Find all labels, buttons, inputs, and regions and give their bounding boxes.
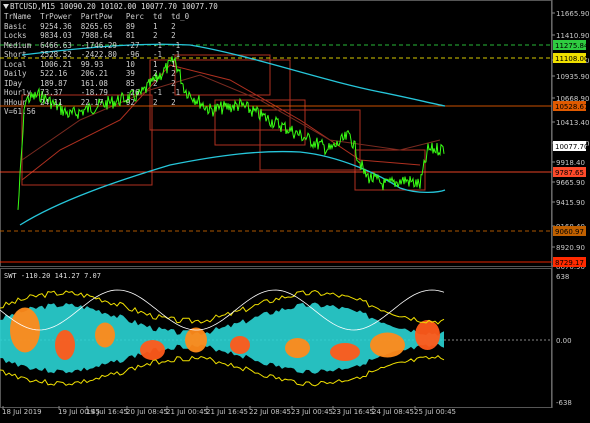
time-tick-label: 24 Jul 08:45 [372,408,414,416]
time-tick-label: 18 Jul 2019 [2,408,42,416]
time-tick-label: 23 Jul 16:45 [332,408,374,416]
stats-row: Local 1006.21 99.93 10 1 1 [4,59,190,69]
collapse-icon[interactable] [3,4,9,9]
time-tick-label: 22 Jul 08:45 [249,408,291,416]
stats-row: Hourly 73.37 -18.79 -26 -1 -1 [4,88,190,97]
indicator-histogram [370,332,405,358]
swt-indicator [0,289,552,387]
price-badge-label: 11275.84 [555,42,589,50]
chart-window[interactable]: 11665.9011410.9011160.0010935.9010668.90… [0,0,590,419]
stats-row: Medium 6466.63 -1746.29 -27 -1 -1 [4,40,190,50]
price-tick-label: 10413.40 [556,119,589,127]
time-tick-label: 20 Jul 08:45 [126,408,168,416]
indicator-histogram [140,340,165,360]
time-tick-label: 21 Jul 16:45 [206,408,248,416]
price-badge-label: 10077.70 [555,143,588,151]
indicator-title: SWT -110.20 141.27 7.07 [4,272,101,280]
indicator-histogram [185,327,207,353]
price-tick-label: 11665.90 [556,10,589,18]
price-tick-label: 11410.90 [556,32,589,40]
stats-row: Daily 522.16 206.21 39 2 2 [4,69,190,78]
indicator-histogram [415,320,440,350]
indicator-histogram [330,343,360,361]
price-tick-label: 9665.90 [556,179,585,187]
price-badge-label: 11108.00 [555,55,588,63]
price-tick-label: 9918.40 [556,159,585,167]
indicator-tick-label: 0.00 [556,337,572,345]
indicator-histogram [285,338,310,358]
indicator-histogram [95,322,115,348]
stats-row: Locks 9834.03 7988.64 81 2 2 [4,31,190,40]
time-tick-label: 25 Jul 00:45 [414,408,456,416]
indicator-histogram [55,330,75,360]
indicator-tick-label: -638 [556,399,572,407]
indicator-tick-label: 638 [556,273,569,281]
stats-row: IDay 189.87 161.08 85 2 2 [4,78,190,88]
price-tick-label: 9415.90 [556,199,585,207]
time-tick-label: 23 Jul 00:45 [291,408,333,416]
stats-row: HHour 24.11 22.17 92 2 2 [4,97,190,107]
ma-line-lower [19,150,446,226]
stats-row: Short 2528.52 -2422.80 -96 -1 -1 [4,50,190,59]
stats-extra: V=61.56 [4,107,36,116]
price-badge-label: 8729.17 [555,259,584,267]
price-badge-label: 10528.67 [555,103,588,111]
indicator-histogram [230,336,250,354]
stats-row: Basic 9254.36 8265.65 89 1 2 [4,21,190,31]
channel-box [174,54,271,96]
price-tick-label: 10935.90 [556,73,589,81]
price-badge-label: 9060.97 [555,228,584,236]
chart-title: BTCUSD,M15 10090.20 10102.00 10077.70 10… [10,2,218,11]
time-tick-label: 21 Jul 00:45 [166,408,208,416]
time-tick-label: 19 Jul 16:45 [86,408,128,416]
price-badge-label: 9787.65 [555,169,584,177]
stats-header: TrName TrPower PartPow Perc td td_0 [4,12,190,21]
indicator-axis: 638 0.00 -638 [556,273,572,407]
time-axis: 18 Jul 2019 19 Jul 00:4519 Jul 16:4520 Ju… [2,406,456,416]
stats-table: TrName TrPower PartPow Perc td td_0 Basic… [4,12,189,117]
price-tick-label: 8920.90 [556,244,585,252]
